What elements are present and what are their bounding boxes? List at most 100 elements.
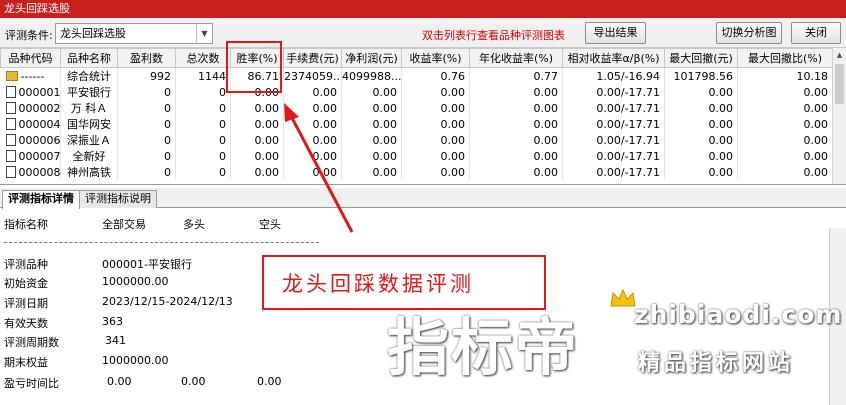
detail-value: 1000000.00 xyxy=(102,275,169,288)
chevron-up-icon[interactable]: ▲ xyxy=(833,48,846,62)
cell-total: 0 xyxy=(175,116,231,132)
cell-alpha: 0.00/-17.71 xyxy=(562,116,665,132)
results-grid: 品种代码 品种名称 盈利数 总次数 胜率(%) 手续费(元) 净利润(元) 收益… xyxy=(0,48,846,185)
detail-label: 评测日期 xyxy=(4,297,48,310)
cell-name: 深振业Ａ xyxy=(60,132,118,148)
cell-code: 000008 xyxy=(0,164,61,180)
table-row[interactable]: 000002 万 科Ａ 0 0 0.00 0.00 0.00 0.00 0.00… xyxy=(0,100,833,116)
cell-wins: 0 xyxy=(117,132,176,148)
column-header[interactable]: 品种名称 xyxy=(60,48,118,68)
cell-maxddpct: 0.00 xyxy=(737,100,833,116)
cell-name: 神州高铁 xyxy=(60,164,118,180)
cell-name: 综合统计 xyxy=(60,67,118,84)
table-row[interactable]: 000001 平安银行 0 0 0.00 0.00 0.00 0.00 0.00… xyxy=(0,84,833,100)
cell-wins: 0 xyxy=(117,164,176,180)
cell-return: 0.76 xyxy=(401,67,470,84)
document-icon xyxy=(5,85,16,98)
column-header[interactable]: 相对收益率α/β(%) xyxy=(562,48,665,68)
detail-header: 指标名称 xyxy=(4,218,48,231)
cell-alpha: 0.00/-17.71 xyxy=(562,132,665,148)
watermark-logo-text: 指标帝 xyxy=(387,311,580,384)
scrollbar-thumb[interactable] xyxy=(835,64,844,104)
cell-code: 000006 xyxy=(0,132,61,148)
cell-total: 0 xyxy=(175,132,231,148)
window-title: 龙头回踩选股 xyxy=(0,0,846,18)
cell-total: 0 xyxy=(175,148,231,164)
cell-code: 000001 xyxy=(0,84,61,100)
cell-name: 平安银行 xyxy=(60,84,118,100)
condition-select[interactable]: 龙头回踩选股 ▼ xyxy=(55,23,213,44)
column-header[interactable]: 最大回撤比(%) xyxy=(737,48,833,68)
detail-value: 0.00 xyxy=(257,375,282,388)
cell-wins: 0 xyxy=(117,148,176,164)
cell-maxddpct: 0.00 xyxy=(737,148,833,164)
table-row[interactable]: 000006 深振业Ａ 0 0 0.00 0.00 0.00 0.00 0.00… xyxy=(0,132,833,148)
table-row-summary[interactable]: ------ 综合统计 992 1144 86.71 2374059.... 4… xyxy=(0,67,833,84)
cell-maxdd: 101798.56 xyxy=(664,67,738,84)
detail-label: 评测品种 xyxy=(4,258,48,271)
table-row[interactable]: 000007 全新好 0 0 0.00 0.00 0.00 0.00 0.00 … xyxy=(0,148,833,164)
column-header[interactable]: 品种代码 xyxy=(0,48,61,68)
cell-total: 0 xyxy=(175,164,231,180)
detail-value: 2023/12/15-2024/12/13 xyxy=(102,295,233,308)
column-header[interactable]: 净利润(元) xyxy=(341,48,402,68)
table-header: 品种代码 品种名称 盈利数 总次数 胜率(%) 手续费(元) 净利润(元) 收益… xyxy=(0,48,833,68)
cell-maxddpct: 0.00 xyxy=(737,84,833,100)
cell-maxddpct: 0.00 xyxy=(737,116,833,132)
detail-header: 多头 xyxy=(183,218,205,231)
cell-fee: 0.00 xyxy=(283,116,342,132)
cell-profit: 0.00 xyxy=(341,164,402,180)
cell-wins: 992 xyxy=(117,67,176,84)
cell-maxddpct: 0.00 xyxy=(737,164,833,180)
column-header[interactable]: 总次数 xyxy=(175,48,231,68)
cell-alpha: 0.00/-17.71 xyxy=(562,100,665,116)
cell-name: 全新好 xyxy=(60,148,118,164)
table-row[interactable]: 000004 国华网安 0 0 0.00 0.00 0.00 0.00 0.00… xyxy=(0,116,833,132)
detail-value: 0.00 xyxy=(181,375,206,388)
chevron-down-icon[interactable]: ▼ xyxy=(196,24,212,43)
column-header[interactable]: 最大回撤(元) xyxy=(664,48,738,68)
cell-alpha: 0.00/-17.71 xyxy=(562,84,665,100)
column-header[interactable]: 盈利数 xyxy=(117,48,176,68)
column-header[interactable]: 年化收益率(%) xyxy=(469,48,563,68)
export-button[interactable]: 导出结果 xyxy=(585,22,646,44)
cell-code: ------ xyxy=(0,67,61,84)
detail-value: 000001-平安银行 xyxy=(102,258,192,271)
cell-alpha: 0.00/-17.71 xyxy=(562,148,665,164)
cell-annual: 0.00 xyxy=(469,164,563,180)
close-button[interactable]: 关闭 xyxy=(791,22,841,44)
detail-label: 初始资金 xyxy=(4,277,48,290)
cell-annual: 0.00 xyxy=(469,116,563,132)
cell-maxdd: 0.00 xyxy=(664,100,738,116)
watermark-tagline: 精品指标网站 xyxy=(638,351,795,376)
cell-maxdd: 0.00 xyxy=(664,116,738,132)
cell-annual: 0.77 xyxy=(469,67,563,84)
cell-annual: 0.00 xyxy=(469,148,563,164)
cell-fee: 0.00 xyxy=(283,84,342,100)
cell-profit: 0.00 xyxy=(341,100,402,116)
tab-metric-details[interactable]: 评测指标详情 xyxy=(2,190,80,209)
cell-annual: 0.00 xyxy=(469,84,563,100)
tab-metric-explanation[interactable]: 评测指标说明 xyxy=(79,190,157,208)
double-click-hint: 双击列表行查看品种评测图表 xyxy=(422,29,565,42)
cell-profit: 0.00 xyxy=(341,84,402,100)
column-header[interactable]: 手续费(元) xyxy=(283,48,342,68)
condition-label: 评测条件: xyxy=(5,29,53,42)
detail-header: 全部交易 xyxy=(102,218,146,231)
cell-code: 000007 xyxy=(0,148,61,164)
cell-fee: 2374059.... xyxy=(283,67,342,84)
cell-maxddpct: 0.00 xyxy=(737,132,833,148)
cell-name: 万 科Ａ xyxy=(60,100,118,116)
cell-total: 1144 xyxy=(175,67,231,84)
document-icon xyxy=(5,117,16,130)
document-icon xyxy=(5,101,16,114)
column-header[interactable]: 收益率(%) xyxy=(401,48,470,68)
switch-chart-button[interactable]: 切换分析图 xyxy=(716,22,782,44)
cell-winrate: 0.00 xyxy=(230,100,284,116)
detail-label: 盈亏时间比 xyxy=(4,377,59,390)
grid-scrollbar[interactable]: ▲ xyxy=(832,48,846,184)
condition-value: 龙头回踩选股 xyxy=(60,27,126,40)
winrate-highlight-box xyxy=(226,41,282,93)
crown-icon xyxy=(610,288,636,307)
table-row[interactable]: 000008 神州高铁 0 0 0.00 0.00 0.00 0.00 0.00… xyxy=(0,164,833,180)
